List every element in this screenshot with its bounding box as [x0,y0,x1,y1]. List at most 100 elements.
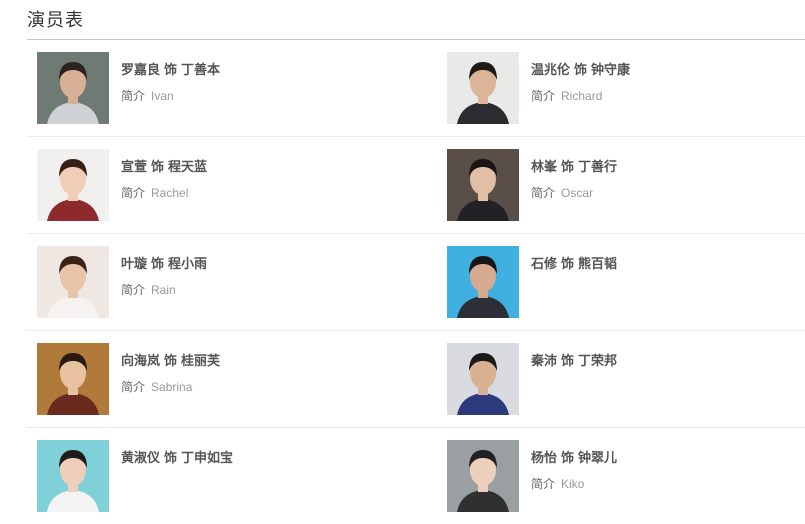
english-name: Kiko [561,477,585,491]
role-word: 饰 [561,354,575,369]
actor-name-link[interactable]: 石修 [531,257,557,272]
intro-line: 简介 Oscar [531,184,593,201]
actor-role-line: 罗嘉良饰丁善本 [121,59,220,78]
actor-role-line: 秦沛饰丁荣邦 [531,350,617,369]
role-name-link[interactable]: 钟翠儿 [578,451,617,466]
actor-name-link[interactable]: 杨怡 [531,451,557,466]
cast-card: 黄淑仪饰丁申如宝 [37,440,427,513]
intro-line [121,475,127,489]
role-word: 饰 [561,257,575,272]
portrait-image [447,343,519,415]
portrait-image [37,440,109,512]
actor-role-line: 石修饰熊百韬 [531,253,617,272]
actor-name-link[interactable]: 温兆伦 [531,63,570,78]
actor-photo[interactable] [37,440,109,512]
role-word: 饰 [164,451,178,466]
role-name-link[interactable]: 丁申如宝 [181,451,233,466]
portrait-image [37,246,109,318]
role-name-link[interactable]: 程天蓝 [168,160,207,175]
portrait-image [37,52,109,124]
role-name-link[interactable]: 丁善行 [578,160,617,175]
actor-photo[interactable] [447,149,519,221]
intro-line: 简介 Rachel [121,184,188,201]
cast-card: 罗嘉良饰丁善本 简介 Ivan [37,52,427,125]
english-name: Rain [151,283,176,297]
role-word: 饰 [561,160,575,175]
actor-role-line: 林峯饰丁善行 [531,156,617,175]
intro-line: 简介 Sabrina [121,378,192,395]
role-word: 饰 [574,63,588,78]
role-word: 饰 [561,451,575,466]
cast-row: 向海岚饰桂丽芙 简介 Sabrina 秦沛饰丁荣邦 [27,331,805,428]
actor-role-line: 叶璇饰程小雨 [121,253,207,272]
english-name: Oscar [561,186,594,200]
portrait-image [447,52,519,124]
actor-name-link[interactable]: 叶璇 [121,257,147,272]
english-name: Sabrina [151,380,193,394]
role-name-link[interactable]: 钟守康 [591,63,630,78]
intro-label: 简介 [121,89,146,103]
cast-row: 罗嘉良饰丁善本 简介 Ivan 温兆伦饰钟守康 简介 Richard [27,40,805,137]
cast-card: 叶璇饰程小雨 简介 Rain [37,246,427,319]
intro-label: 简介 [121,283,146,297]
actor-name-link[interactable]: 向海岚 [121,354,160,369]
intro-line [531,281,537,295]
intro-line: 简介 Ivan [121,87,174,104]
cast-list: 罗嘉良饰丁善本 简介 Ivan 温兆伦饰钟守康 简介 Richard 宣萱饰程天蓝 … [27,40,805,524]
cast-card: 温兆伦饰钟守康 简介 Richard [447,52,797,125]
actor-photo[interactable] [447,246,519,318]
cast-card: 向海岚饰桂丽芙 简介 Sabrina [37,343,427,416]
cast-card: 林峯饰丁善行 简介 Oscar [447,149,797,222]
role-name-link[interactable]: 熊百韬 [578,257,617,272]
actor-photo[interactable] [37,52,109,124]
actor-name-link[interactable]: 罗嘉良 [121,63,160,78]
cast-row: 宣萱饰程天蓝 简介 Rachel 林峯饰丁善行 简介 Oscar [27,137,805,234]
portrait-image [37,343,109,415]
intro-label: 简介 [531,186,556,200]
actor-photo[interactable] [37,246,109,318]
actor-photo[interactable] [447,52,519,124]
english-name: Richard [561,89,603,103]
actor-photo[interactable] [37,343,109,415]
actor-role-line: 温兆伦饰钟守康 [531,59,630,78]
actor-role-line: 宣萱饰程天蓝 [121,156,207,175]
actor-photo[interactable] [447,343,519,415]
cast-card: 杨怡饰钟翠儿 简介 Kiko [447,440,797,513]
cast-card: 宣萱饰程天蓝 简介 Rachel [37,149,427,222]
section-title: 演员表 [27,10,84,31]
intro-line: 简介 Rain [121,281,176,298]
role-word: 饰 [164,63,178,78]
role-name-link[interactable]: 丁荣邦 [578,354,617,369]
intro-line: 简介 Kiko [531,475,584,492]
cast-card: 秦沛饰丁荣邦 [447,343,797,416]
portrait-image [37,149,109,221]
english-name: Ivan [151,89,174,103]
intro-label: 简介 [121,186,146,200]
cast-row: 叶璇饰程小雨 简介 Rain 石修饰熊百韬 [27,234,805,331]
actor-photo[interactable] [37,149,109,221]
actor-role-line: 黄淑仪饰丁申如宝 [121,447,233,466]
role-word: 饰 [164,354,178,369]
portrait-image [447,440,519,512]
actor-role-line: 向海岚饰桂丽芙 [121,350,220,369]
actor-name-link[interactable]: 秦沛 [531,354,557,369]
intro-line [531,378,537,392]
portrait-image [447,149,519,221]
actor-name-link[interactable]: 宣萱 [121,160,147,175]
role-name-link[interactable]: 程小雨 [168,257,207,272]
role-word: 饰 [151,257,165,272]
english-name: Rachel [151,186,189,200]
intro-label: 简介 [531,477,556,491]
portrait-image [447,246,519,318]
role-name-link[interactable]: 桂丽芙 [181,354,220,369]
actor-photo[interactable] [447,440,519,512]
actor-name-link[interactable]: 黄淑仪 [121,451,160,466]
cast-row: 黄淑仪饰丁申如宝 杨怡饰钟翠儿 简介 Kiko [27,428,805,524]
actor-name-link[interactable]: 林峯 [531,160,557,175]
intro-label: 简介 [531,89,556,103]
role-word: 饰 [151,160,165,175]
intro-label: 简介 [121,380,146,394]
cast-card: 石修饰熊百韬 [447,246,797,319]
actor-role-line: 杨怡饰钟翠儿 [531,447,617,466]
role-name-link[interactable]: 丁善本 [181,63,220,78]
